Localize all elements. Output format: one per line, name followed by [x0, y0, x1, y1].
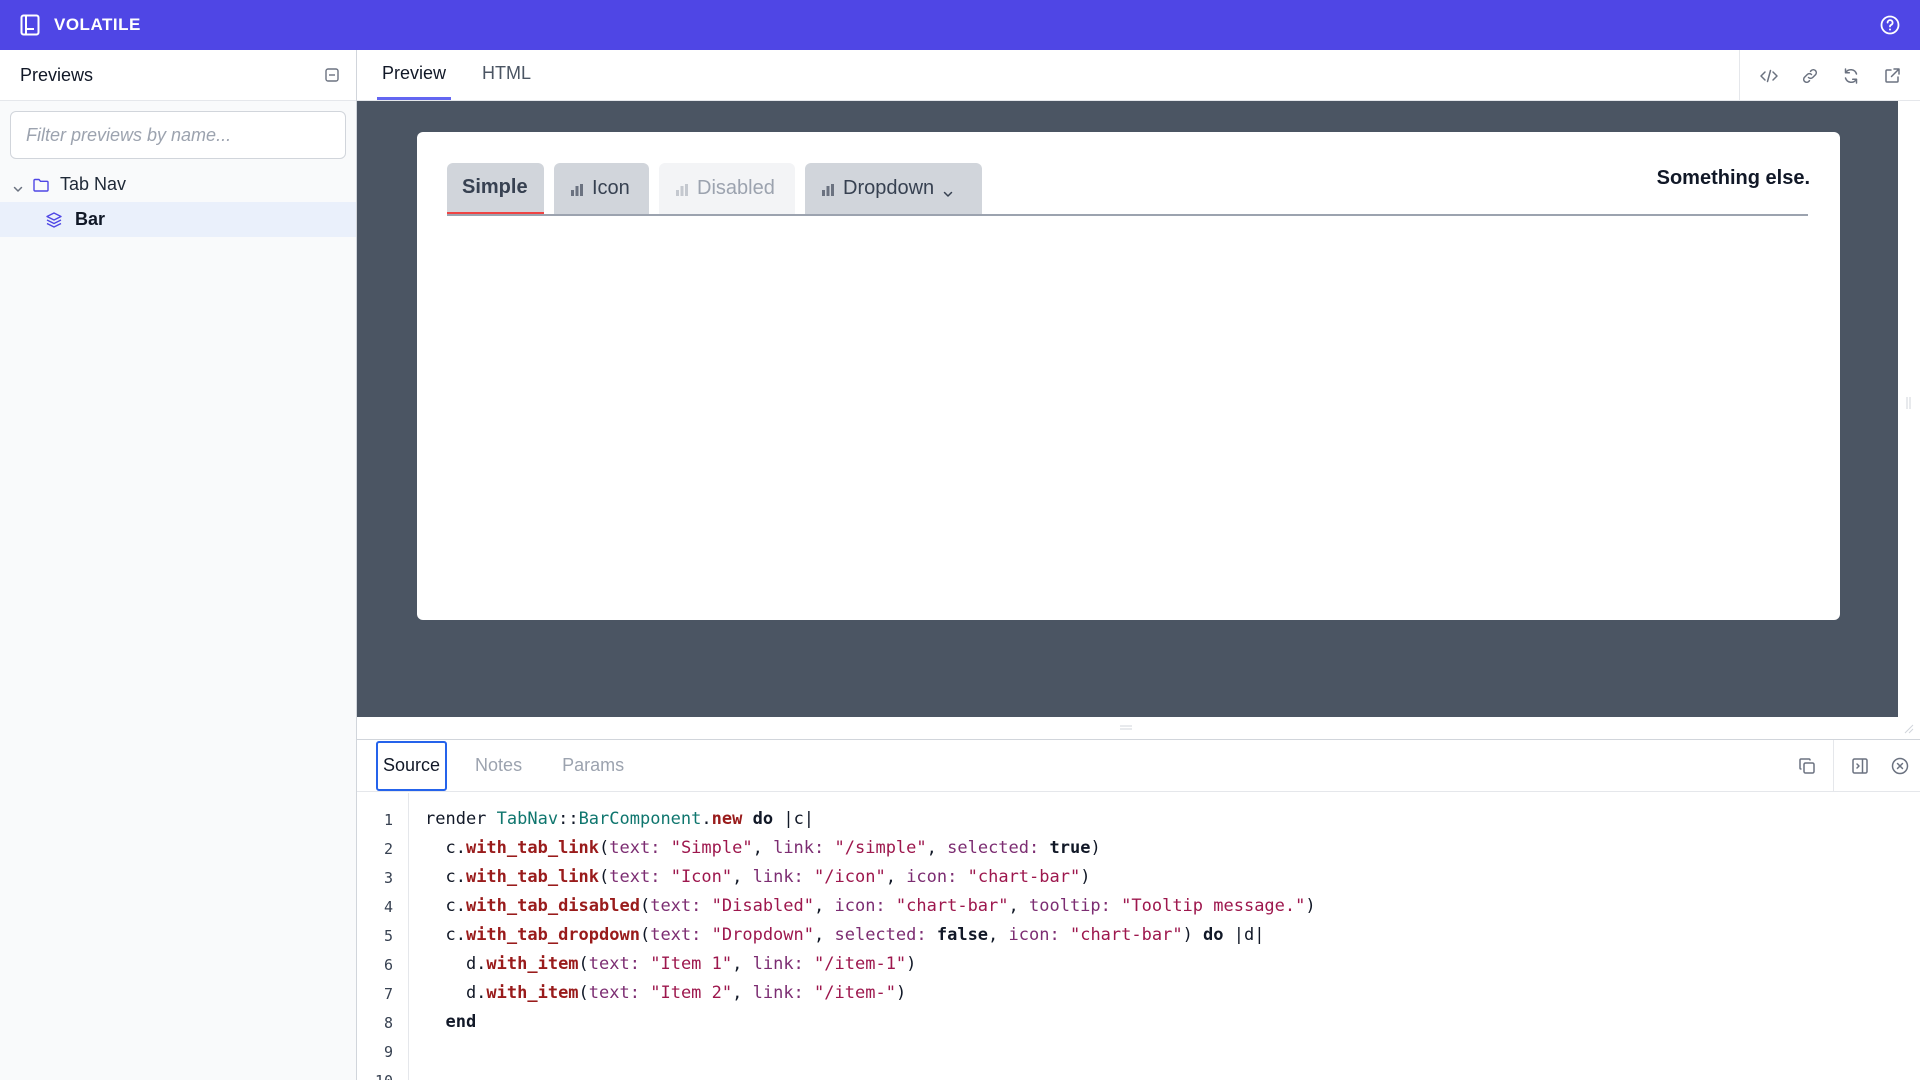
- tab-label: Icon: [592, 177, 630, 199]
- code-line: end: [445, 1012, 477, 1032]
- panel-actions: [1787, 740, 1920, 792]
- tab-dropdown[interactable]: Dropdown: [805, 163, 982, 214]
- line-number: 6: [383, 956, 393, 974]
- sidebar: Previews Tab Nav Bar: [0, 50, 357, 1080]
- code-line: render TabNav::BarComponent.new do |c|: [425, 809, 815, 829]
- line-number: 5: [383, 927, 393, 945]
- tree-folder-label: Tab Nav: [60, 174, 127, 194]
- close-panel-icon[interactable]: [1880, 740, 1920, 792]
- tab-label: Dropdown: [843, 177, 935, 199]
- line-number: 4: [383, 898, 393, 916]
- tab-label: Disabled: [697, 177, 775, 199]
- tree-item-label: Bar: [75, 209, 106, 229]
- something-else-text: Something else.: [1656, 167, 1810, 189]
- copy-icon[interactable]: [1787, 740, 1827, 792]
- code-icon[interactable]: [1748, 55, 1789, 96]
- layers-icon: [45, 211, 63, 229]
- external-link-icon[interactable]: [1871, 55, 1912, 96]
- tab-notes[interactable]: Notes: [475, 740, 522, 792]
- line-number: 8: [383, 1014, 393, 1032]
- code-line: c.with_tab_disabled(text: "Disabled", ic…: [425, 896, 1316, 916]
- tab-disabled: Disabled: [659, 163, 795, 214]
- panel-resize-handle[interactable]: [357, 717, 1920, 739]
- preview-area: Simple Icon Disabled Dropdown Something …: [357, 101, 1898, 717]
- filter-previews-input[interactable]: [10, 111, 346, 159]
- book-icon: [20, 14, 40, 36]
- tab-source[interactable]: Source: [376, 740, 448, 791]
- code-line: d.with_item(text: "Item 2", link: "/item…: [425, 983, 907, 1003]
- main-tabs: Preview HTML: [357, 50, 1920, 101]
- line-number: 7: [383, 985, 393, 1003]
- chart-bar-icon: [569, 181, 585, 197]
- chart-bar-icon: [674, 181, 690, 197]
- line-gutter: 1 2 3 4 5 6 7 8 9 10: [357, 793, 409, 1080]
- main-toolbar: [1739, 50, 1920, 101]
- code-line: c.with_tab_link(text: "Icon", link: "/ic…: [425, 867, 1091, 887]
- folder-icon: [32, 176, 50, 194]
- tab-icon[interactable]: Icon: [554, 163, 649, 214]
- app-brand: VOLATILE: [54, 15, 141, 34]
- chart-bar-icon: [820, 181, 836, 197]
- sidebar-header: Previews: [0, 50, 356, 101]
- code-line: c.with_tab_link(text: "Simple", link: "/…: [425, 838, 1101, 858]
- link-icon[interactable]: [1789, 55, 1830, 96]
- panel-tabs: Source Notes Params: [357, 740, 1920, 792]
- code-viewer: 1 2 3 4 5 6 7 8 9 10 render TabNav::BarC…: [357, 793, 1920, 1080]
- line-number: 3: [383, 869, 393, 887]
- sidebar-title: Previews: [20, 64, 94, 85]
- tab-label: Simple: [462, 176, 528, 198]
- tab-preview[interactable]: Preview: [377, 49, 452, 100]
- code-line: d.with_item(text: "Item 1", link: "/item…: [425, 954, 917, 974]
- tree-folder-tab-nav[interactable]: Tab Nav: [0, 167, 356, 202]
- chevron-down-icon: [12, 179, 24, 192]
- app-header: VOLATILE: [0, 0, 1920, 50]
- tab-nav-bar: Simple Icon Disabled Dropdown: [447, 163, 1808, 216]
- collapse-all-icon[interactable]: [324, 67, 340, 83]
- toggle-panel-position-icon[interactable]: [1840, 740, 1880, 792]
- line-number: 1: [383, 811, 393, 829]
- tab-params[interactable]: Params: [562, 740, 624, 792]
- bottom-panel: Source Notes Params 1 2 3 4 5 6 7 8 9 re…: [357, 739, 1920, 1080]
- filter-wrap: [0, 101, 356, 167]
- code-line: c.with_tab_dropdown(text: "Dropdown", se…: [425, 925, 1265, 945]
- chevron-down-icon: [942, 183, 954, 197]
- divider: [1833, 740, 1834, 792]
- line-number: 9: [383, 1043, 393, 1061]
- preview-resize-gutter[interactable]: [1898, 101, 1920, 717]
- tab-html[interactable]: HTML: [477, 49, 536, 100]
- tab-simple[interactable]: Simple: [447, 163, 544, 214]
- preview-card: Simple Icon Disabled Dropdown Something …: [417, 132, 1840, 620]
- line-number: 2: [383, 840, 393, 858]
- main-area: Preview HTML Simple Icon Disabled Dropdo…: [357, 50, 1920, 1080]
- line-number: 10: [357, 1072, 393, 1080]
- tree-item-bar[interactable]: Bar: [0, 202, 356, 237]
- refresh-icon[interactable]: [1830, 55, 1871, 96]
- help-icon[interactable]: [1878, 13, 1902, 37]
